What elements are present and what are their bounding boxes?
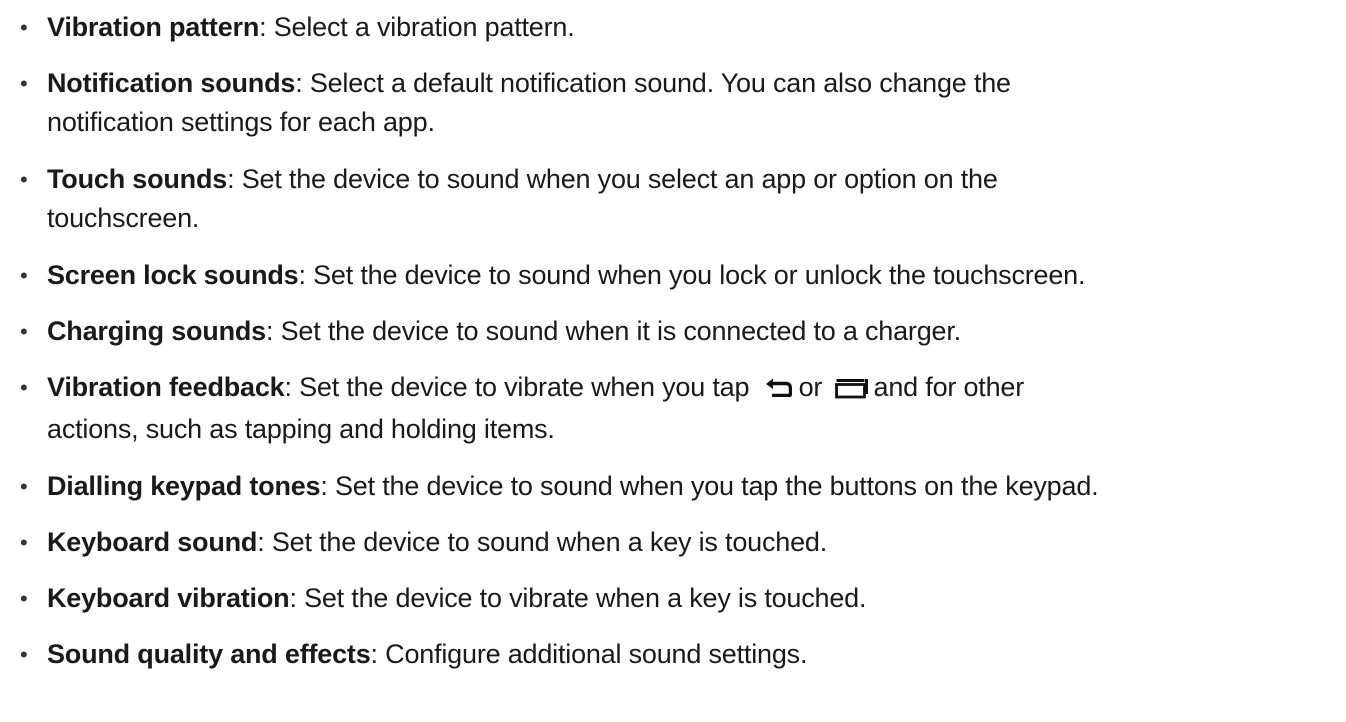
item-term: Screen lock sounds xyxy=(47,260,299,290)
item-separator: : xyxy=(295,68,310,98)
settings-list: • Vibration pattern: Select a vibration … xyxy=(20,8,1340,674)
item-term: Vibration pattern xyxy=(47,12,260,42)
list-item-keyboard-sound: • Keyboard sound: Set the device to soun… xyxy=(20,523,1340,562)
item-term: Touch sounds xyxy=(47,164,228,194)
bullet: • xyxy=(20,319,28,344)
list-item-sound-quality-and-effects: • Sound quality and effects: Configure a… xyxy=(20,635,1340,674)
list-item-vibration-pattern: • Vibration pattern: Select a vibration … xyxy=(20,8,1340,47)
item-description: Set the device to sound when you lock or… xyxy=(313,260,1086,290)
item-term: Keyboard vibration xyxy=(47,583,290,613)
bullet: • xyxy=(20,167,28,192)
item-separator: : xyxy=(298,260,314,290)
bullet: • xyxy=(20,586,28,611)
bullet: • xyxy=(20,15,28,40)
back-icon xyxy=(762,371,794,410)
bullet: • xyxy=(20,263,28,288)
item-separator: : xyxy=(320,471,335,501)
item-description: Select a default notification sound. You… xyxy=(309,68,1011,98)
item-term: Sound quality and effects xyxy=(47,639,371,669)
bullet: • xyxy=(20,530,28,555)
item-description: Set the device to sound when it is conne… xyxy=(280,316,962,346)
item-separator: : xyxy=(266,316,281,346)
bullet: • xyxy=(20,642,28,667)
recent-apps-icon xyxy=(834,371,869,410)
item-description: Set the device to sound when you tap the… xyxy=(334,471,1099,501)
bullet: • xyxy=(20,474,28,499)
item-separator: : xyxy=(227,164,242,194)
item-description: Set the device to sound when you select … xyxy=(241,164,998,194)
item-separator: : xyxy=(370,639,386,669)
item-separator: : xyxy=(284,372,300,402)
list-item-dialling-keypad-tones: • Dialling keypad tones: Set the device … xyxy=(20,467,1340,506)
list-item-charging-sounds: • Charging sounds: Set the device to sou… xyxy=(20,312,1340,351)
list-item-touch-sounds: • Touch sounds: Set the device to sound … xyxy=(20,160,1340,238)
item-description-line-2: notification settings for each app. xyxy=(47,107,435,137)
item-term: Notification sounds xyxy=(47,68,296,98)
document-body: • Vibration pattern: Select a vibration … xyxy=(20,8,1340,691)
list-item-keyboard-vibration: • Keyboard vibration: Set the device to … xyxy=(20,579,1340,618)
item-description: Configure additional sound settings. xyxy=(385,639,808,669)
item-description-or: or xyxy=(798,372,823,402)
item-description: Set the device to sound when a key is to… xyxy=(271,527,828,557)
item-description-line-2: actions, such as tapping and holding ite… xyxy=(47,414,555,444)
item-term: Dialling keypad tones xyxy=(47,471,321,501)
bullet: • xyxy=(20,375,28,400)
item-description-rest: and for other xyxy=(873,372,1025,402)
item-description: Set the device to vibrate when a key is … xyxy=(304,583,867,613)
list-item-vibration-feedback: • Vibration feedback: Set the device to … xyxy=(20,368,1340,449)
item-term: Vibration feedback xyxy=(47,372,285,402)
item-description: Set the device to vibrate when you tap xyxy=(299,372,750,402)
bullet: • xyxy=(20,71,28,96)
item-separator: : xyxy=(289,583,305,613)
item-description-line-2: touchscreen. xyxy=(47,203,200,233)
list-item-notification-sounds: • Notification sounds: Select a default … xyxy=(20,64,1340,142)
item-separator: : xyxy=(259,12,274,42)
list-item-screen-lock-sounds: • Screen lock sounds: Set the device to … xyxy=(20,256,1340,295)
item-separator: : xyxy=(257,527,272,557)
item-term: Keyboard sound xyxy=(47,527,258,557)
item-description: Select a vibration pattern. xyxy=(273,12,575,42)
item-term: Charging sounds xyxy=(47,316,266,346)
